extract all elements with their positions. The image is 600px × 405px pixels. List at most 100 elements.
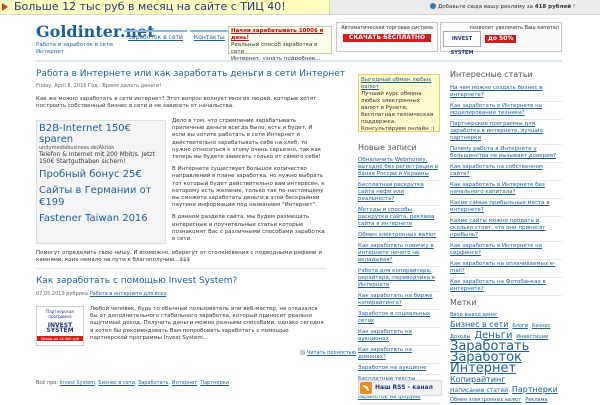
list-item: Как заработать на бирже копирайтинга? (358, 292, 440, 310)
invest-ad[interactable]: позволит увеличить Ваш капитал INVEST SY… (440, 22, 562, 56)
tag-cloud-link[interactable]: Обмен электронных валют (450, 397, 521, 403)
article-link[interactable]: Как заработать на собственном сайте? (450, 164, 543, 177)
exchange-ad[interactable]: Выгодный обмен любых валют Лучший курс о… (358, 74, 440, 132)
post-thumbnail[interactable]: Партнерская программа INVEST SYSTEM Дохо… (36, 306, 84, 346)
post-paragraph: Дело в том, что стремление зарабатывать … (172, 118, 322, 161)
document-icon (300, 350, 305, 355)
rss-label[interactable]: Наш RSS - канал (375, 384, 433, 391)
post-title[interactable]: Как заработать с помощью Invest System? (36, 276, 237, 286)
post-conclusion: Помогут определить свою нишу. И возможно… (36, 250, 322, 264)
article-link[interactable]: Как заработать на Фотобанках в интернете… (450, 279, 546, 292)
list-item: Какие сайты можно продать и сколько стоя… (450, 217, 562, 242)
tags-label: Всё про: (36, 380, 59, 386)
read-more-link[interactable]: Читать полностью (307, 350, 356, 356)
thumb-footer: Доход до 14 000 руб (37, 336, 83, 341)
article-link[interactable]: Как заработать на оплачиваемых e-mail? (450, 261, 555, 274)
interesting-articles-heading: Интересные статьи (450, 70, 533, 79)
tag-cloud-link[interactable]: Ввод вывод денег (450, 312, 498, 318)
list-item: Какие самые прибыльные места в интернете… (450, 199, 562, 217)
tag-link[interactable]: Invest System (60, 380, 95, 386)
interesting-articles: На чем можно создать бизнес в интернете?… (450, 84, 562, 296)
tag-cloud-link[interactable]: Копирайтинг (450, 375, 505, 384)
list-item: Как заработать на собственном сайте? (450, 163, 562, 181)
post-paragraph: В Интернете существует большое количеств… (172, 166, 325, 209)
rubric-label: рубрика (66, 291, 88, 297)
article-link[interactable]: На чем можно создать бизнес в интернете? (450, 85, 543, 98)
recent-post-link[interactable]: Как заработать на доменах? (358, 347, 412, 360)
post-date: Friday, April 8, 2016 Год (36, 83, 98, 89)
tag-link[interactable]: Заработать (138, 380, 169, 386)
list-item: Как заработать на Фотобанках в интернете… (450, 278, 562, 296)
post-meta-label: Время делать деньги! (102, 83, 162, 89)
nav-earnings[interactable]: Заработок в сети (124, 30, 187, 43)
post-meta: 07.05.2013 рубрика Работа в интернете дл… (36, 291, 166, 297)
recent-post-link[interactable]: Работа для копирайтера, рерайтера, перев… (358, 268, 435, 288)
recent-post-link[interactable]: Заработок в социальных сетях (358, 311, 430, 324)
tag-cloud-link[interactable]: Блоги (512, 323, 528, 329)
ad-link-1[interactable]: Пробный бонус 25€ (39, 169, 163, 181)
list-item: Партнерские программы для заработка в ин… (450, 120, 562, 145)
tag-cloud-link[interactable]: Реклама (525, 397, 547, 403)
nav-contacts[interactable]: Контакты (189, 30, 229, 43)
recent-post-link[interactable]: Как заработать на аукционах (358, 329, 412, 342)
recent-post-link[interactable]: Заработок на аукционе (358, 365, 426, 371)
recent-post-link[interactable]: Как заработать новичку в интернете ничег… (358, 243, 434, 263)
tag-cloud-link[interactable]: Бизнес в сети (450, 320, 508, 329)
list-item: Методы и способы раскрутки сайта, реклам… (358, 206, 440, 231)
list-item: Заработок на аукционе (358, 364, 440, 375)
recent-post-link[interactable]: Обналичить Webmoney, выгодно без регистр… (358, 157, 438, 177)
tag-link[interactable]: Партнерки (200, 380, 229, 386)
recent-post-link[interactable]: Бесплатная раскрутка сайта нефи или реал… (358, 182, 424, 202)
invest-system-logo: INVEST SYSTEM (443, 31, 481, 56)
rss-feed[interactable]: Наш RSS - канал (358, 380, 442, 396)
rubric-link[interactable]: Работа в интернете для всех (90, 291, 167, 297)
ad-headline[interactable]: B2B-Internet 150€ sparen (39, 123, 163, 145)
main-nav: Заработок в сети Контакты (124, 30, 232, 42)
tag-cloud-link[interactable]: Написание статей (450, 387, 508, 394)
tag-cloud-link[interactable]: Бизнес (532, 323, 550, 329)
thumb-brand: INVEST SYSTEM (46, 322, 74, 334)
rss-icon[interactable] (360, 382, 372, 394)
tag-cloud-link[interactable]: Интернет (450, 361, 516, 376)
ad-link-2[interactable]: Сайты в Германии от €199 (39, 185, 163, 209)
download-free-button[interactable]: СКАЧАТЬ БЕСПЛАТНО (343, 34, 431, 42)
list-item: Как заработать в Интернете на моделирова… (450, 102, 562, 120)
ad-block[interactable]: B2B-Internet 150€ sparen unitymediabusin… (36, 120, 166, 244)
recent-post-link[interactable]: Обмен электронных валют (358, 232, 436, 238)
promo-box[interactable]: Начни зарабатывать 1000$ в день! Реальны… (228, 26, 332, 62)
list-item: Как заработать на аукционах (358, 328, 440, 346)
article-link[interactable]: Почему работа в Интернете у большинства … (450, 146, 556, 159)
read-more[interactable]: Читать полностью (300, 350, 356, 356)
exchange-link[interactable]: Выгодный обмен любых валют (361, 77, 431, 90)
recent-post-link[interactable]: Методы и способы раскрутки сайта, реклам… (358, 207, 434, 227)
recent-posts: Обналичить Webmoney, выгодно без регистр… (358, 156, 440, 404)
promo-line2: Реальный способ заработка в сети (231, 42, 318, 55)
post-date: 07.05.2013 (36, 291, 65, 297)
tag-link[interactable]: Бизнес в сети (98, 380, 135, 386)
post-paragraph: В данном разделе сайта, мы будем размеща… (172, 214, 325, 243)
post-title[interactable]: Работа в Интернете или как заработать де… (36, 69, 345, 79)
promo-headline[interactable]: Начни зарабатывать 1000$ в день! (231, 28, 329, 42)
article-link[interactable]: Партнерские программы для заработка в ин… (450, 121, 543, 141)
article-link[interactable]: Какие самые прибыльные места в интернете… (450, 200, 550, 213)
list-item: Как заработать в Интернете на серфинге? (450, 242, 562, 260)
article-link[interactable]: Как заработать в Интернете на серфинге? (450, 243, 542, 256)
ad-description: Telefon & Internet mit 200 Mbit/s. Jetzt… (39, 151, 155, 165)
invest-ad-button[interactable]: до 50% (485, 35, 517, 43)
trading-ad-text: Автоматическая торговая система (341, 25, 433, 31)
article-link[interactable]: Как заработать в Интернете на моделирова… (450, 103, 542, 116)
recent-post-link[interactable]: Как заработать на бирже копирайтинга? (358, 293, 433, 306)
top-banner-text[interactable]: Больше 12 тыс руб в месяц на сайте с ТИЦ… (14, 0, 286, 13)
tag-link[interactable]: Интернет (172, 380, 197, 386)
article-link[interactable]: Как заработать в Интернете без начальног… (450, 182, 545, 195)
article-link[interactable]: Какие сайты можно продать и сколько стоя… (450, 218, 546, 238)
list-item: Обналичить Webmoney, выгодно без регистр… (358, 156, 440, 181)
tag-cloud-link[interactable]: Партнерки (512, 385, 558, 394)
ad-link-3[interactable]: Fastener Taiwan 2016 (39, 213, 163, 225)
top-right-ad-slot[interactable]: Добавьте сюда вашу рекламу за 418 рублей… (430, 2, 600, 12)
recent-posts-heading: Новые записи (358, 143, 417, 152)
exchange-text: Лучший курс обмена любых электронных вал… (361, 91, 435, 132)
top-banner[interactable]: Больше 12 тыс руб в месяц на сайте с ТИЦ… (0, 0, 330, 14)
thumb-footer-text: Доход до 14 000 руб (40, 337, 80, 341)
trading-ad[interactable]: Автоматическая торговая система СКАЧАТЬ … (336, 22, 438, 52)
